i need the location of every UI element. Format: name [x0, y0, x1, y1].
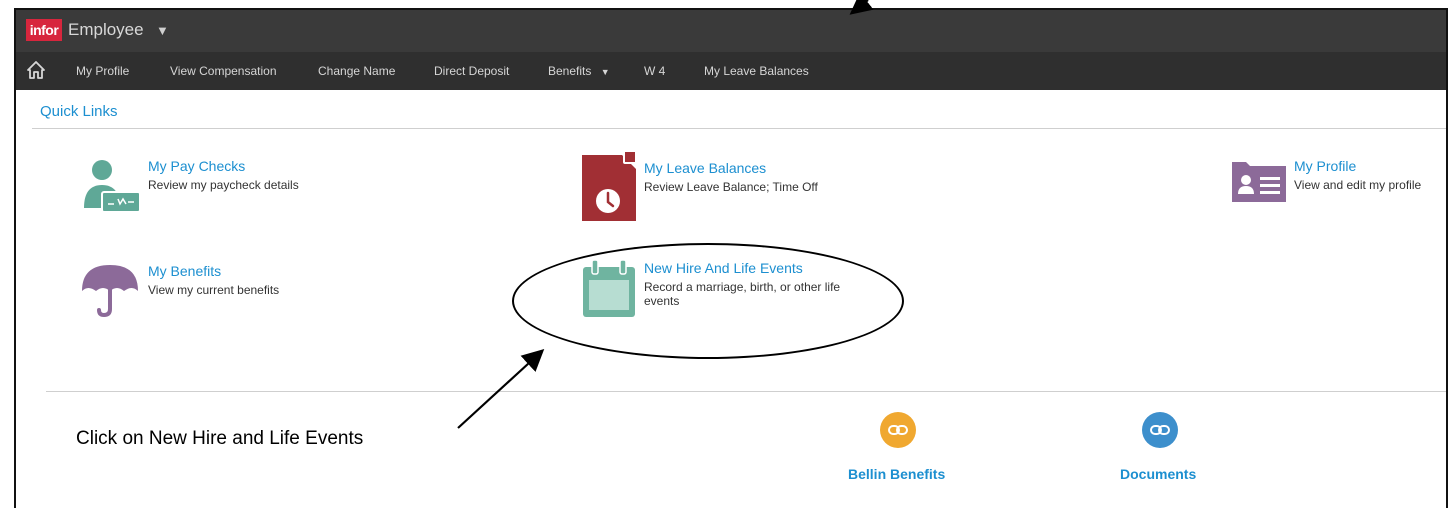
top-bar: infor Employee ▼	[16, 10, 1446, 52]
app-title[interactable]: Employee	[68, 17, 144, 43]
nav-my-profile[interactable]: My Profile	[76, 52, 129, 90]
highlight-oval	[512, 243, 904, 359]
quick-link-desc: View my current benefits	[148, 283, 280, 297]
quick-link-desc: View and edit my profile	[1294, 178, 1422, 192]
quick-link-my-profile[interactable]: My Profile View and edit my profile	[1230, 158, 1440, 208]
quick-link-my-leave-balances[interactable]: My Leave Balances Review Leave Balance; …	[580, 151, 880, 225]
leave-clock-icon	[582, 151, 637, 221]
chevron-down-icon: ▼	[600, 67, 610, 77]
quick-link-my-benefits[interactable]: My Benefits View my current benefits	[80, 263, 340, 319]
bellin-benefits-label[interactable]: Bellin Benefits	[848, 466, 945, 482]
umbrella-icon	[82, 265, 138, 318]
chevron-down-icon[interactable]: ▼	[156, 20, 169, 42]
infor-logo: infor	[26, 19, 62, 41]
nav-change-name[interactable]: Change Name	[318, 52, 395, 90]
quick-link-title: My Leave Balances	[644, 160, 767, 176]
link-icon	[1150, 425, 1170, 435]
nav-direct-deposit[interactable]: Direct Deposit	[434, 52, 509, 90]
quick-links-title: Quick Links	[40, 103, 118, 120]
nav-benefits[interactable]: Benefits ▼	[548, 52, 610, 90]
nav-view-compensation[interactable]: View Compensation	[170, 52, 277, 90]
profile-card-icon	[1232, 162, 1286, 202]
paycheck-icon	[84, 160, 141, 213]
documents-link-button[interactable]	[1142, 412, 1178, 448]
nav-my-leave-balances[interactable]: My Leave Balances	[704, 52, 809, 90]
home-icon[interactable]	[26, 60, 46, 80]
quick-link-title: My Profile	[1294, 158, 1357, 174]
quick-link-my-pay-checks[interactable]: My Pay Checks Review my paycheck details	[80, 158, 380, 218]
documents-label[interactable]: Documents	[1120, 466, 1196, 482]
instruction-text: Click on New Hire and Life Events	[76, 428, 364, 449]
app-window: infor Employee ▼ My Profile View Compens…	[14, 8, 1448, 508]
quick-link-title: My Benefits	[148, 263, 222, 279]
link-icon	[888, 425, 908, 435]
main-nav: My Profile View Compensation Change Name…	[16, 52, 1446, 90]
nav-benefits-label: Benefits	[548, 64, 592, 78]
bellin-benefits-link-button[interactable]	[880, 412, 916, 448]
divider	[32, 128, 1446, 129]
quick-link-desc: Review my paycheck details	[148, 178, 299, 192]
quick-link-desc: Review Leave Balance; Time Off	[644, 180, 818, 194]
quick-link-title: My Pay Checks	[148, 158, 246, 174]
nav-w4[interactable]: W 4	[644, 52, 665, 90]
divider	[46, 391, 1446, 392]
